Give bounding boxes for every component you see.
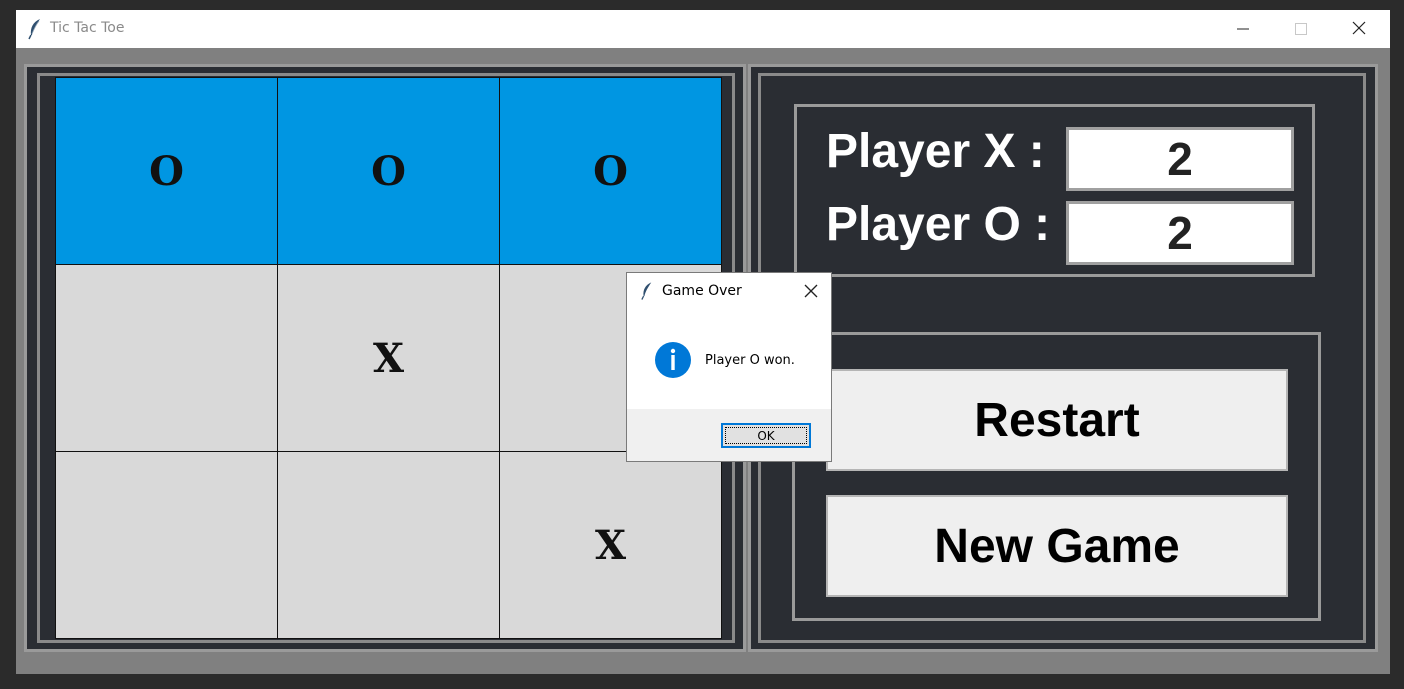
minimize-button[interactable] (1214, 10, 1272, 48)
board-cell[interactable]: O (499, 77, 722, 265)
dialog-message: Player O won. (705, 353, 795, 368)
close-icon (1352, 20, 1366, 39)
board-cell[interactable]: X (277, 264, 500, 452)
ok-button[interactable]: OK (721, 423, 811, 448)
feather-icon (28, 18, 42, 40)
close-icon (804, 283, 818, 302)
button-panel: Restart New Game (792, 332, 1321, 621)
dialog-footer: OK (627, 409, 831, 461)
restart-button[interactable]: Restart (826, 369, 1288, 471)
player-o-score: 2 (1066, 201, 1294, 265)
dialog-close-button[interactable] (797, 279, 825, 305)
game-over-dialog: Game Over Player O won. OK (626, 272, 832, 462)
board-cell[interactable]: O (55, 77, 278, 265)
player-x-score: 2 (1066, 127, 1294, 191)
window-title: Tic Tac Toe (50, 20, 125, 36)
new-game-button[interactable]: New Game (826, 495, 1288, 597)
board-cell[interactable] (55, 264, 278, 452)
game-board: O O O X X (55, 77, 724, 641)
feather-icon (641, 281, 653, 301)
close-button[interactable] (1330, 10, 1388, 48)
dialog-title: Game Over (662, 283, 742, 299)
board-cell[interactable]: O (277, 77, 500, 265)
maximize-button[interactable] (1272, 10, 1330, 48)
minimize-icon (1237, 20, 1249, 39)
info-icon (654, 341, 692, 379)
score-panel: Player X : 2 Player O : 2 (794, 104, 1315, 277)
maximize-icon (1295, 20, 1307, 39)
board-cell[interactable] (277, 451, 500, 639)
player-x-label: Player X : (826, 125, 1045, 178)
board-cell[interactable] (55, 451, 278, 639)
board-cell[interactable]: X (499, 451, 722, 639)
title-bar: Tic Tac Toe (16, 10, 1390, 48)
player-o-label: Player O : (826, 198, 1051, 251)
